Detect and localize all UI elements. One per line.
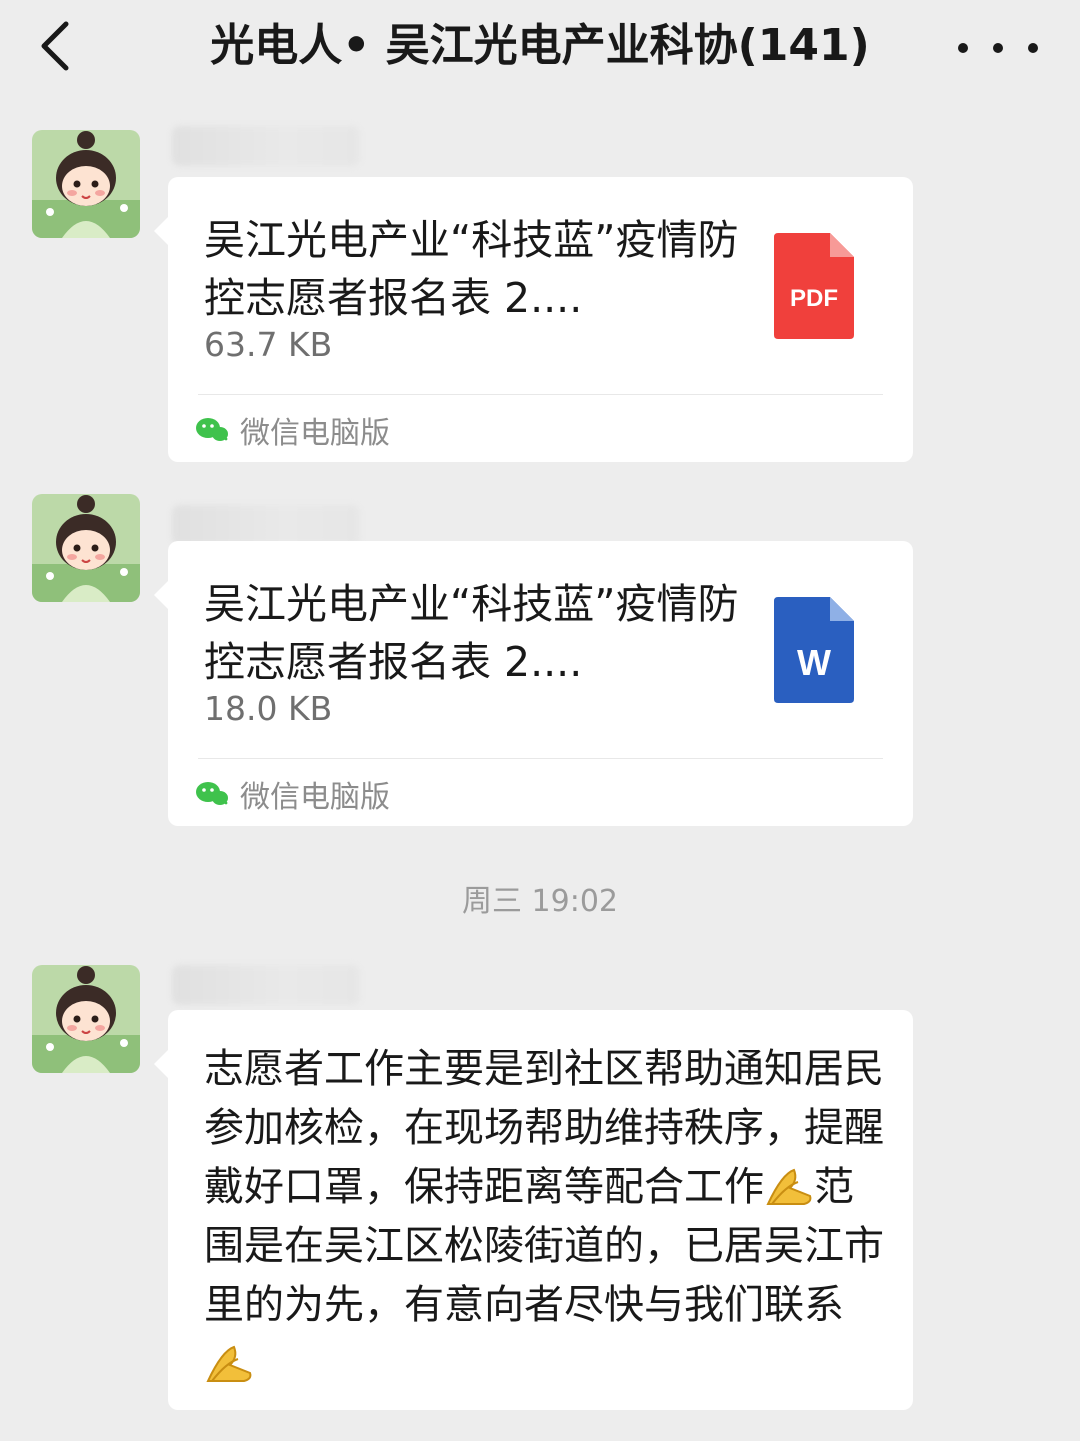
chat-title: 光电人• 吴江光电产业科协(141) [210,20,870,71]
sender-name-blurred [172,126,360,166]
card-divider [198,758,883,759]
avatar[interactable] [32,130,140,238]
folded-hands-emoji-icon [206,1345,252,1382]
sender-name-blurred [172,505,360,545]
source-row: 微信电脑版 [194,405,390,455]
file-message-card[interactable]: 吴江光电产业“科技蓝”疫情防控志愿者报名表 2.... 18.0 KB W 微信… [154,541,913,826]
sender-name-blurred [172,965,360,1005]
wechat-icon [196,782,228,805]
text-message-bubble[interactable]: 志愿者工作主要是到社区帮助通知居民参加核检，在现场帮助维持秩序，提醒戴好口罩，保… [154,1010,913,1410]
chat-header: 光电人• 吴江光电产业科协(141) [0,0,1080,96]
more-button[interactable] [958,28,1038,68]
file-size: 63.7 KB [204,325,333,364]
folded-hands-emoji-icon [766,1168,812,1205]
file-message-card[interactable]: 吴江光电产业“科技蓝”疫情防控志愿者报名表 2.... 63.7 KB PDF … [154,177,913,462]
chevron-left-icon [41,21,69,71]
source-label: 微信电脑版 [240,780,390,815]
avatar-cartoon-girl-image [32,130,140,238]
avatar[interactable] [32,965,140,1073]
source-label: 微信电脑版 [240,416,390,451]
svg-text:PDF: PDF [790,285,838,312]
file-size: 18.0 KB [204,689,333,728]
message-timestamp: 周三 19:02 [462,884,618,919]
file-name: 吴江光电产业“科技蓝”疫情防控志愿者报名表 2.... [204,580,739,686]
avatar[interactable] [32,494,140,602]
wechat-icon [196,418,228,441]
source-row: 微信电脑版 [194,769,390,819]
pdf-file-icon: PDF [774,233,854,339]
word-file-icon: W [774,597,854,703]
message-text: 志愿者工作主要是到社区帮助通知居民参加核检，在现场帮助维持秩序，提醒戴好口罩，保… [204,1040,884,1394]
avatar-cartoon-girl-image [32,494,140,602]
avatar-cartoon-girl-image [32,965,140,1073]
file-name: 吴江光电产业“科技蓝”疫情防控志愿者报名表 2.... [204,216,739,322]
svg-text:W: W [797,642,831,683]
card-divider [198,394,883,395]
more-dots-icon [958,43,968,53]
back-button[interactable] [28,16,88,76]
